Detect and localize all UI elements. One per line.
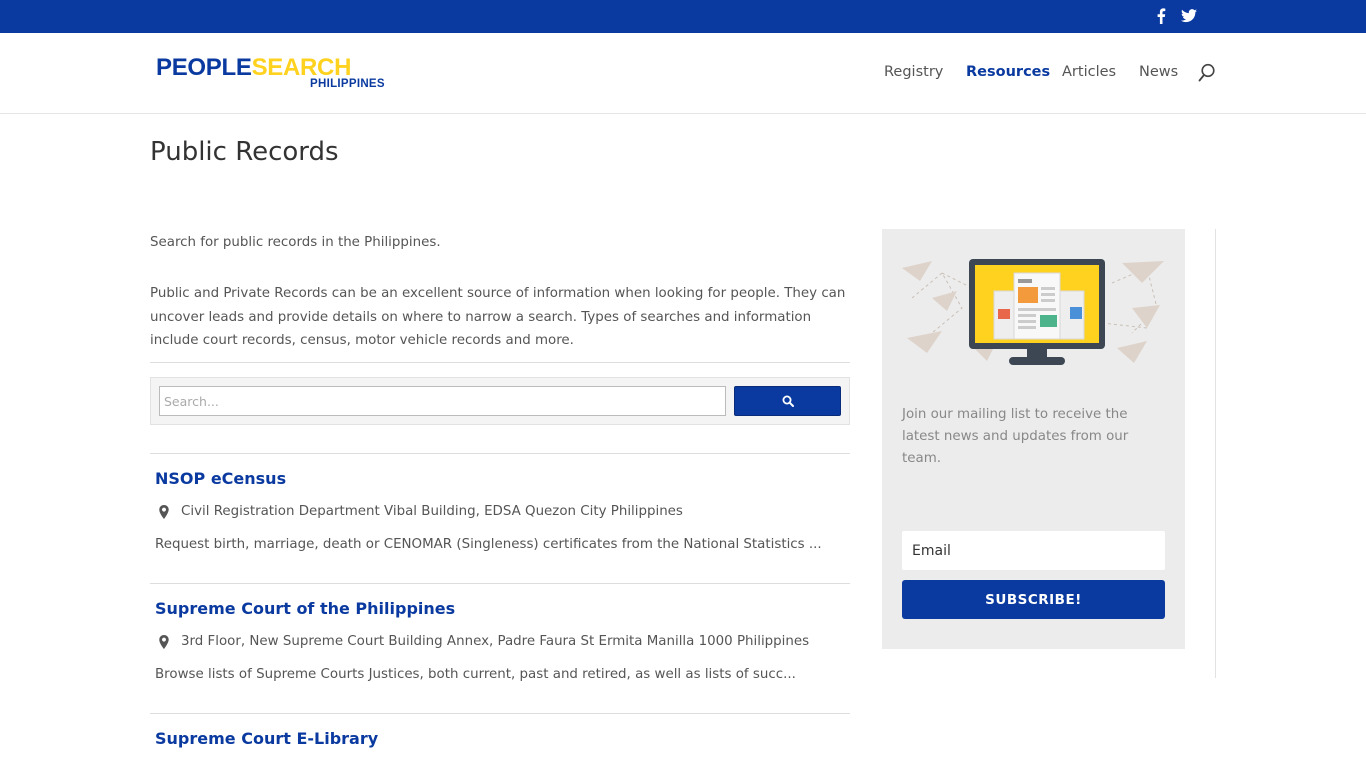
map-pin-icon bbox=[159, 634, 171, 649]
nav-item-news[interactable]: News bbox=[1139, 64, 1178, 80]
search-form bbox=[150, 377, 850, 425]
search-icon[interactable] bbox=[1198, 63, 1216, 83]
intro-text: Search for public records in the Philipp… bbox=[150, 235, 441, 250]
newsletter-illustration bbox=[902, 253, 1165, 373]
site-header: PEOPLESEARCH PHILIPPINES Registry Resour… bbox=[0, 33, 1366, 114]
magnifier-icon bbox=[782, 395, 794, 407]
listing-title-link[interactable]: Supreme Court of the Philippines bbox=[155, 599, 455, 618]
listing-address: Civil Registration Department Vibal Buil… bbox=[155, 504, 683, 519]
listing-address-text: 3rd Floor, New Supreme Court Building An… bbox=[181, 634, 810, 649]
sidebar-divider bbox=[1215, 229, 1216, 678]
listing-description: Request birth, marriage, death or CENOMA… bbox=[155, 537, 822, 552]
facebook-icon[interactable] bbox=[1150, 5, 1172, 27]
search-button[interactable] bbox=[734, 386, 841, 416]
top-bar bbox=[0, 0, 1366, 33]
list-item: Supreme Court of the Philippines 3rd Flo… bbox=[150, 599, 850, 699]
twitter-icon[interactable] bbox=[1178, 5, 1200, 27]
nav-item-articles[interactable]: Articles bbox=[1062, 64, 1116, 80]
newsletter-text: Join our mailing list to receive the lat… bbox=[902, 407, 1129, 466]
page-title: Public Records bbox=[150, 137, 339, 167]
listing-title-link[interactable]: NSOP eCensus bbox=[155, 469, 286, 488]
logo-part-search: SEARCH bbox=[251, 54, 352, 81]
logo-subtitle: PHILIPPINES bbox=[310, 78, 385, 90]
logo-part-people: PEOPLE bbox=[156, 54, 252, 81]
divider bbox=[150, 362, 850, 363]
email-field[interactable] bbox=[902, 531, 1165, 570]
listing-description: Browse lists of Supreme Courts Justices,… bbox=[155, 667, 796, 682]
divider bbox=[150, 583, 850, 584]
list-item: NSOP eCensus Civil Registration Departme… bbox=[150, 469, 850, 569]
newsletter-widget: Join our mailing list to receive the lat… bbox=[882, 229, 1185, 649]
subscribe-button[interactable]: SUBSCRIBE! bbox=[902, 580, 1165, 619]
listing-address-text: Civil Registration Department Vibal Buil… bbox=[181, 504, 683, 519]
site-logo[interactable]: PEOPLESEARCH PHILIPPINES bbox=[156, 55, 406, 95]
divider bbox=[150, 453, 850, 454]
search-input[interactable] bbox=[159, 386, 726, 416]
intro-description: Public and Private Records can be an exc… bbox=[150, 286, 846, 348]
listing-address: 3rd Floor, New Supreme Court Building An… bbox=[155, 634, 809, 649]
nav-item-resources[interactable]: Resources bbox=[966, 64, 1050, 80]
divider bbox=[150, 713, 850, 714]
nav-item-registry[interactable]: Registry bbox=[884, 64, 943, 80]
listing-title-link[interactable]: Supreme Court E-Library bbox=[155, 729, 378, 748]
map-pin-icon bbox=[159, 504, 171, 519]
list-item: Supreme Court E-Library bbox=[150, 729, 850, 759]
